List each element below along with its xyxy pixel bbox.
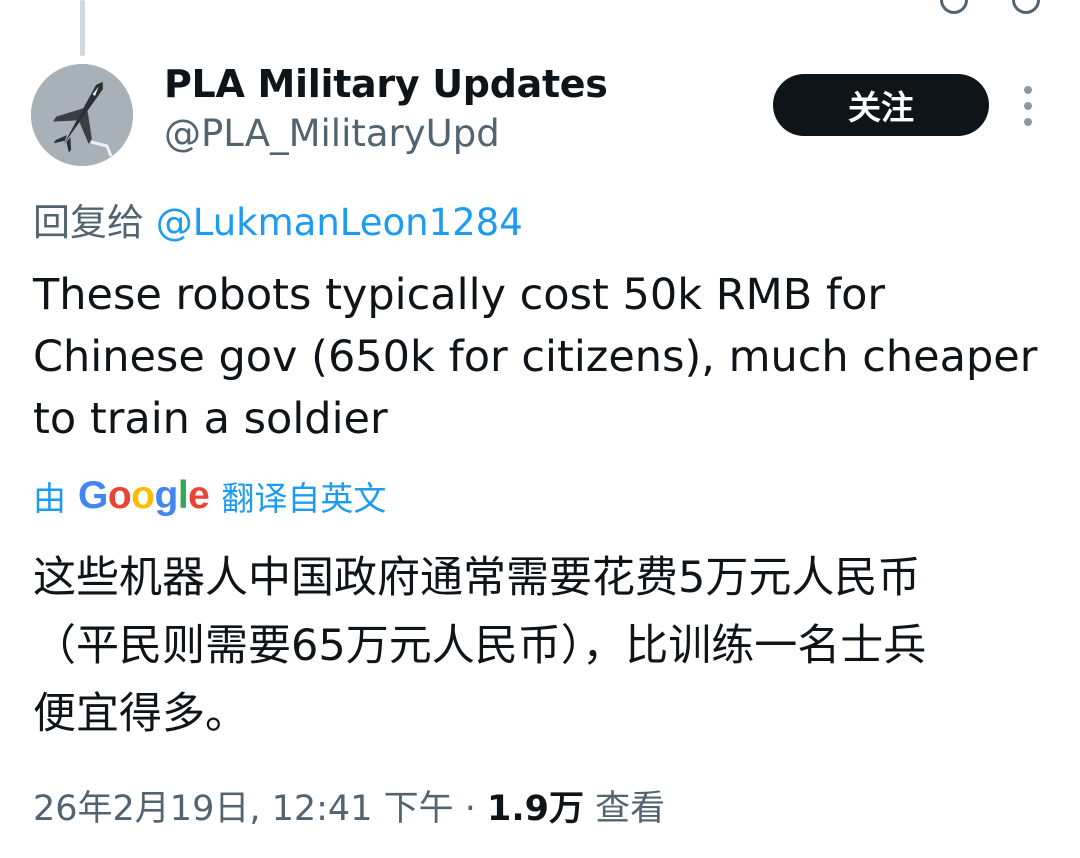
more-dot <box>1024 118 1032 126</box>
views-count: 1.9万 <box>487 789 585 829</box>
more-options-icon[interactable] <box>1016 86 1040 126</box>
translation-suffix-label: 翻译自英文 <box>221 479 387 518</box>
reply-mention-link[interactable]: @LukmanLeon1284 <box>156 201 523 244</box>
more-dot <box>1024 102 1032 110</box>
tweet-metadata: 26年2月19日, 12:41 下午 · 1.9万 查看 <box>33 780 665 831</box>
more-dot <box>1024 86 1032 94</box>
top-action-icons <box>940 0 1040 14</box>
jet-avatar-icon <box>31 64 133 166</box>
google-logo: Google <box>78 474 210 517</box>
meta-separator: · <box>464 789 476 829</box>
translation-attribution[interactable]: 由 Google 翻译自英文 <box>33 472 386 520</box>
translated-tweet-text: 这些机器人中国政府通常需要花费5万元人民币 （平民则需要65万元人民币），比训练… <box>33 553 927 739</box>
tweet-detail: PLA Military Updates @PLA_MilitaryUpd 关注… <box>0 0 1080 858</box>
tweet-text: These robots typically cost 50k RMB for … <box>33 270 1038 444</box>
partial-action-icon[interactable] <box>940 0 968 14</box>
thread-connector-line <box>80 0 85 56</box>
views-label: 查看 <box>595 789 666 829</box>
follow-button[interactable]: 关注 <box>773 74 989 136</box>
reply-to-line: 回复给 @LukmanLeon1284 <box>33 192 523 246</box>
tweet-timestamp[interactable]: 26年2月19日, 12:41 下午 <box>33 789 454 829</box>
reply-prefix: 回复给 <box>33 201 144 244</box>
partial-action-icon[interactable] <box>1012 0 1040 14</box>
author-display-name[interactable]: PLA Military Updates <box>164 62 608 106</box>
translation-by-label: 由 <box>33 479 66 518</box>
author-handle[interactable]: @PLA_MilitaryUpd <box>164 112 500 155</box>
avatar[interactable] <box>31 64 133 166</box>
